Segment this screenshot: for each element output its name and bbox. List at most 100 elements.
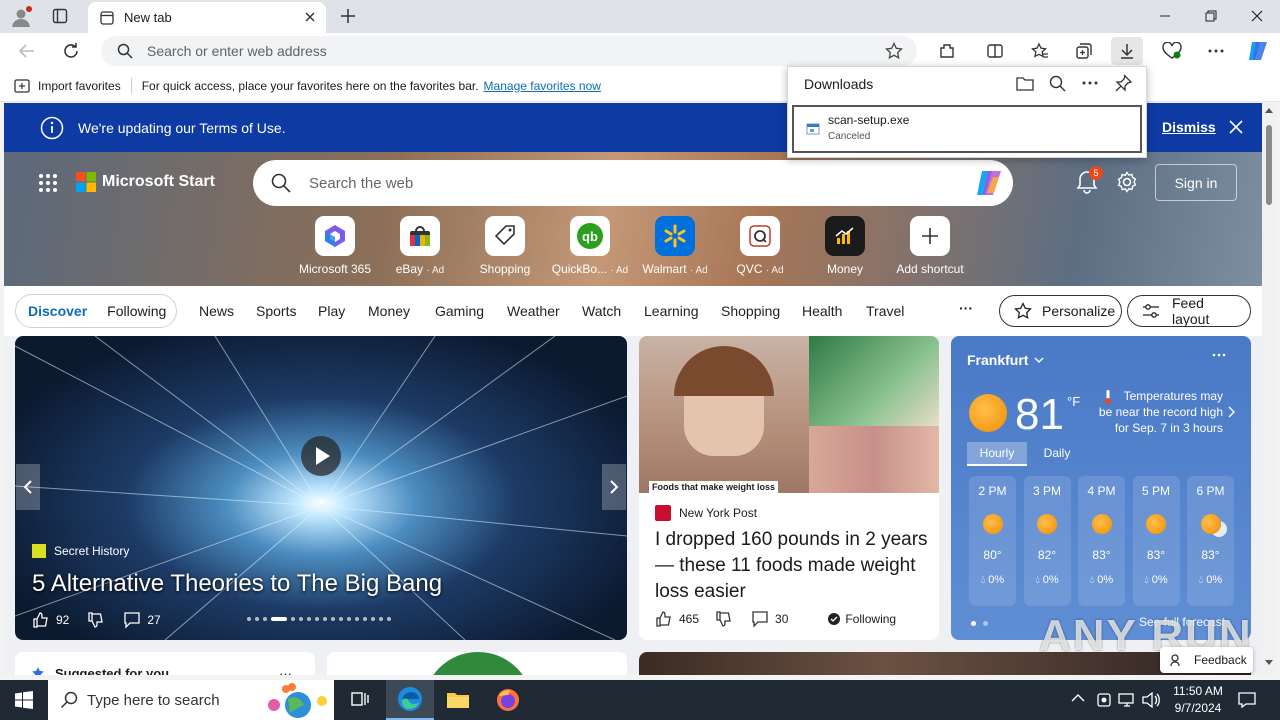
shortcut-qvc[interactable]: QVC · Ad xyxy=(717,216,803,276)
tab-new-tab[interactable]: New tab xyxy=(88,2,326,33)
story-title[interactable]: 5 Alternative Theories to The Big Bang xyxy=(32,570,442,598)
pin-icon[interactable] xyxy=(1114,74,1132,92)
tab-discover[interactable]: Discover xyxy=(28,303,87,319)
split-screen-icon[interactable] xyxy=(979,37,1011,65)
personalize-button[interactable]: Personalize xyxy=(999,295,1122,327)
weather-alert[interactable]: Temperatures may be near the record high… xyxy=(1091,388,1223,436)
extensions-icon[interactable] xyxy=(931,37,963,65)
green-card[interactable] xyxy=(327,652,627,675)
page-settings-icon[interactable] xyxy=(1116,171,1138,193)
firefox-button[interactable] xyxy=(484,680,532,720)
sign-in-button[interactable]: Sign in xyxy=(1155,164,1237,201)
nav-money[interactable]: Money xyxy=(368,303,410,319)
nav-weather[interactable]: Weather xyxy=(507,303,560,319)
story-title[interactable]: I dropped 160 pounds in 2 years — these … xyxy=(655,527,930,605)
collections-icon[interactable] xyxy=(1068,37,1100,65)
feedback-button[interactable]: Feedback xyxy=(1160,647,1253,673)
volume-icon[interactable] xyxy=(1142,692,1160,708)
scrollbar-thumb[interactable] xyxy=(1266,125,1272,205)
dislike-icon[interactable] xyxy=(715,610,733,628)
shortcut-walmart[interactable]: Walmart · Ad xyxy=(632,216,718,276)
open-folder-icon[interactable] xyxy=(1016,76,1034,92)
hourly-forecast-item[interactable]: 6 PM 83° 💧︎ 0% xyxy=(1187,476,1234,606)
chevron-right-icon[interactable] xyxy=(1227,406,1235,418)
shortcut-money[interactable]: Money xyxy=(802,216,888,276)
nav-sports[interactable]: Sports xyxy=(256,303,296,319)
shortcut-add[interactable]: Add shortcut xyxy=(887,216,973,276)
carousel-next-button[interactable] xyxy=(602,464,626,510)
security-icon[interactable] xyxy=(1096,692,1112,708)
weather-more-icon[interactable] xyxy=(1212,352,1226,358)
clock-time[interactable]: 11:50 AM xyxy=(1168,684,1228,698)
like-icon[interactable] xyxy=(655,610,673,628)
apps-launcher-icon[interactable] xyxy=(38,173,58,193)
dismiss-link[interactable]: Dismiss xyxy=(1162,119,1216,135)
copilot-icon[interactable] xyxy=(973,167,1005,199)
nav-play[interactable]: Play xyxy=(318,303,345,319)
comment-icon[interactable] xyxy=(751,610,769,628)
comment-icon[interactable] xyxy=(123,611,141,629)
search-downloads-icon[interactable] xyxy=(1049,75,1066,92)
following-label[interactable]: Following xyxy=(845,612,896,626)
settings-more-icon[interactable] xyxy=(1200,37,1232,65)
task-view-button[interactable] xyxy=(336,680,384,720)
nav-more[interactable]: ··· xyxy=(959,300,973,316)
downloads-icon[interactable] xyxy=(1111,37,1143,65)
manage-favorites-link[interactable]: Manage favorites now xyxy=(484,79,601,93)
play-button[interactable] xyxy=(301,436,341,476)
taskbar-search[interactable]: Type here to search xyxy=(48,680,334,720)
close-banner-icon[interactable] xyxy=(1229,120,1243,134)
import-favorites[interactable]: Import favorites xyxy=(38,79,121,93)
restore-button[interactable] xyxy=(1188,0,1234,32)
close-tab-icon[interactable] xyxy=(302,9,318,25)
scroll-down-icon[interactable] xyxy=(1265,660,1273,666)
nav-watch[interactable]: Watch xyxy=(582,303,621,319)
shortcut-shopping[interactable]: Shopping xyxy=(462,216,548,276)
shortcut-ebay[interactable]: eBay · Ad xyxy=(377,216,463,276)
browser-essentials-icon[interactable] xyxy=(1156,37,1188,65)
dislike-icon[interactable] xyxy=(87,611,105,629)
page-dot-active[interactable] xyxy=(971,621,976,626)
shortcut-quickbooks[interactable]: qb QuickBo... · Ad xyxy=(547,216,633,276)
hourly-forecast-item[interactable]: 2 PM 80° 💧︎ 0% xyxy=(969,476,1016,606)
profile-icon[interactable] xyxy=(10,6,32,28)
feed-layout-button[interactable]: Feed layout xyxy=(1127,295,1251,327)
weather-location[interactable]: Frankfurt xyxy=(967,352,1044,368)
page-dot[interactable] xyxy=(983,621,988,626)
notifications-icon[interactable]: 5 xyxy=(1075,166,1103,195)
nav-gaming[interactable]: Gaming xyxy=(435,303,484,319)
nav-shopping[interactable]: Shopping xyxy=(721,303,780,319)
edge-taskbar-button[interactable] xyxy=(386,680,434,720)
web-search-bar[interactable]: Search the web xyxy=(253,160,1013,206)
scroll-up-icon[interactable] xyxy=(1265,107,1273,113)
address-bar[interactable]: Search or enter web address xyxy=(101,36,917,66)
tab-actions-icon[interactable] xyxy=(52,8,68,24)
download-item[interactable]: scan-setup.exe Canceled xyxy=(792,105,1142,153)
close-window-button[interactable] xyxy=(1234,0,1280,32)
page-scrollbar[interactable] xyxy=(1262,103,1276,675)
tab-hourly[interactable]: Hourly xyxy=(967,442,1027,466)
hourly-forecast-item[interactable]: 5 PM 83° 💧︎ 0% xyxy=(1132,476,1180,606)
nav-news[interactable]: News xyxy=(199,303,234,319)
copilot-icon[interactable] xyxy=(1242,37,1274,65)
refresh-icon[interactable] xyxy=(62,42,80,60)
shortcut-microsoft-365[interactable]: Microsoft 365 xyxy=(292,216,378,276)
minimize-button[interactable] xyxy=(1142,0,1188,32)
nav-health[interactable]: Health xyxy=(802,303,842,319)
story-card-big-bang[interactable]: Secret History 5 Alternative Theories to… xyxy=(15,336,627,640)
back-icon[interactable] xyxy=(18,42,36,60)
file-explorer-button[interactable] xyxy=(434,680,482,720)
new-tab-icon[interactable] xyxy=(340,8,356,24)
tab-following[interactable]: Following xyxy=(107,303,166,319)
clock-date[interactable]: 9/7/2024 xyxy=(1168,701,1228,715)
hourly-forecast-item[interactable]: 3 PM 82° 💧︎ 0% xyxy=(1023,476,1071,606)
nav-travel[interactable]: Travel xyxy=(866,303,904,319)
more-icon[interactable]: ··· xyxy=(279,666,292,675)
like-icon[interactable] xyxy=(32,611,50,629)
hourly-forecast-item[interactable]: 4 PM 83° 💧︎ 0% xyxy=(1078,476,1125,606)
microsoft-start-logo[interactable]: Microsoft Start xyxy=(76,172,215,192)
favorite-star-icon[interactable] xyxy=(885,42,903,60)
start-button[interactable] xyxy=(0,680,48,720)
carousel-prev-button[interactable] xyxy=(16,464,40,510)
nav-learning[interactable]: Learning xyxy=(644,303,699,319)
